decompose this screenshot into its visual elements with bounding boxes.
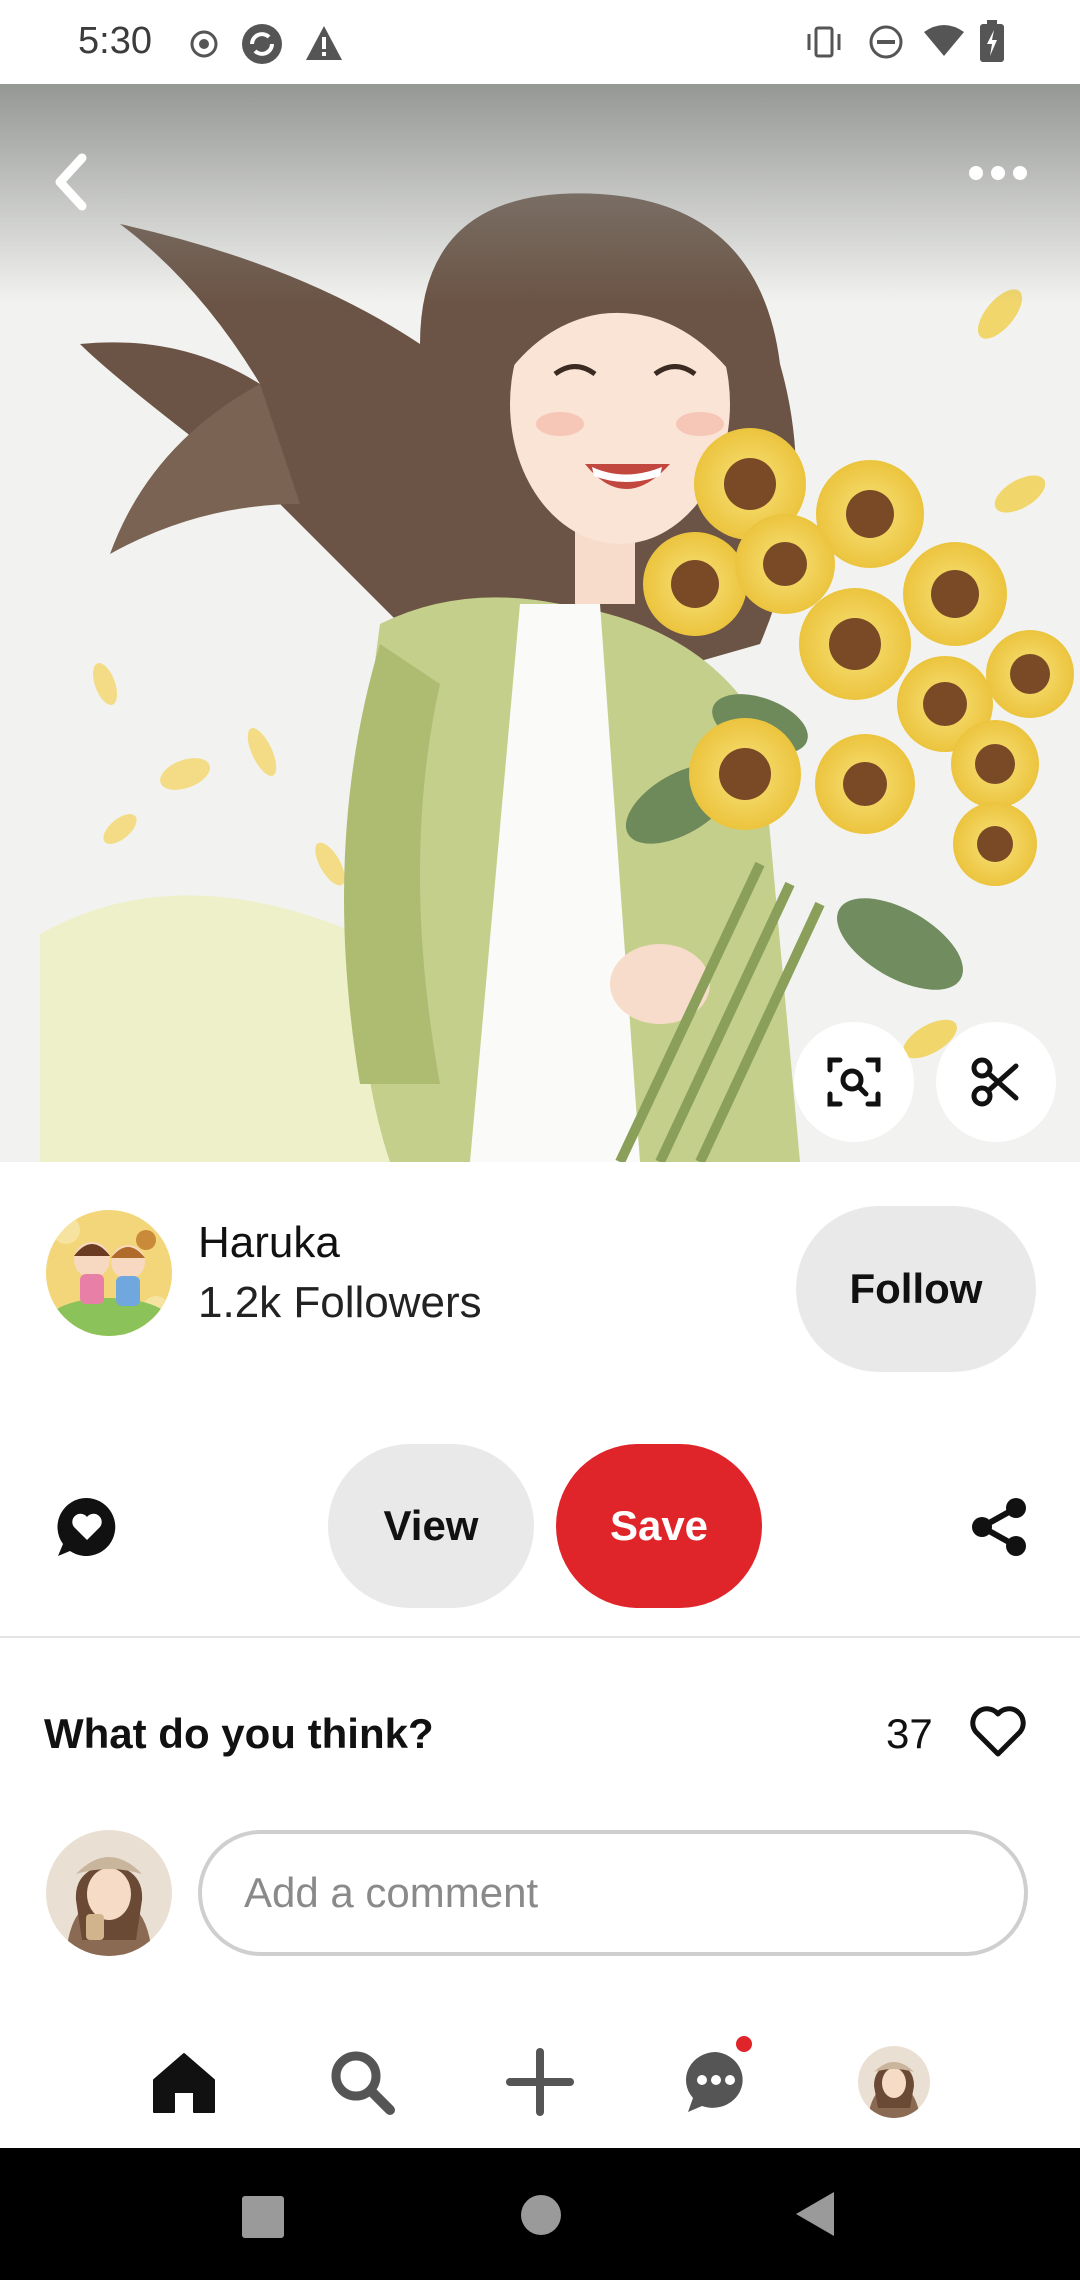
nav-messages[interactable] [680, 2046, 752, 2118]
profile-avatar [858, 2046, 930, 2118]
messages-notification-badge [736, 2036, 752, 2052]
save-button[interactable]: Save [556, 1444, 762, 1608]
battery-icon [980, 20, 1004, 62]
home-icon [153, 2053, 215, 2113]
follow-button[interactable]: Follow [796, 1206, 1036, 1372]
current-user-avatar-image [46, 1830, 172, 1956]
status-time: 5:30 [78, 20, 152, 62]
more-options-button[interactable] [960, 144, 1036, 204]
nav-create[interactable] [504, 2046, 576, 2118]
sync-icon [242, 24, 282, 64]
do-not-disturb-icon [869, 25, 903, 59]
author-avatar[interactable] [46, 1210, 172, 1336]
scissors-icon [971, 1057, 1019, 1107]
nav-home[interactable] [148, 2046, 220, 2118]
author-followers-count: 1.2k Followers [198, 1278, 482, 1327]
share-button[interactable] [968, 1496, 1030, 1563]
comments-prompt: What do you think? [44, 1710, 434, 1757]
nav-search[interactable] [326, 2046, 398, 2118]
status-bar: 5:30 [0, 0, 1080, 84]
heart-icon [970, 1706, 1026, 1757]
visual-search-icon [827, 1057, 881, 1107]
image-top-scrim [0, 84, 1080, 304]
current-user-avatar [46, 1830, 172, 1956]
visual-search-button[interactable] [794, 1022, 914, 1142]
more-icon [969, 166, 1027, 180]
nav-profile[interactable] [858, 2046, 930, 2118]
wifi-icon [924, 25, 964, 56]
back-icon [55, 153, 87, 211]
cutout-button[interactable] [936, 1022, 1056, 1142]
comments-button[interactable] [54, 1494, 120, 1565]
record-icon [190, 30, 218, 58]
view-button[interactable]: View [328, 1444, 534, 1608]
comment-heart-icon [57, 1497, 116, 1556]
home-system-icon[interactable] [520, 2194, 562, 2236]
recents-icon[interactable] [242, 2196, 284, 2238]
share-icon [972, 1498, 1026, 1556]
author-name[interactable]: Haruka [198, 1218, 340, 1268]
warning-icon [306, 26, 342, 60]
vibrate-icon [807, 26, 841, 58]
reaction-count: 37 [886, 1710, 933, 1757]
create-icon [506, 2048, 574, 2116]
section-divider [0, 1636, 1080, 1638]
messages-icon [685, 2052, 743, 2112]
back-button[interactable] [40, 144, 120, 224]
author-avatar-image [46, 1210, 172, 1336]
back-system-icon[interactable] [794, 2190, 836, 2238]
search-icon [331, 2051, 395, 2115]
pin-image[interactable] [0, 84, 1080, 1162]
like-button[interactable] [968, 1704, 1028, 1765]
add-comment-input[interactable]: Add a comment [198, 1830, 1028, 1956]
